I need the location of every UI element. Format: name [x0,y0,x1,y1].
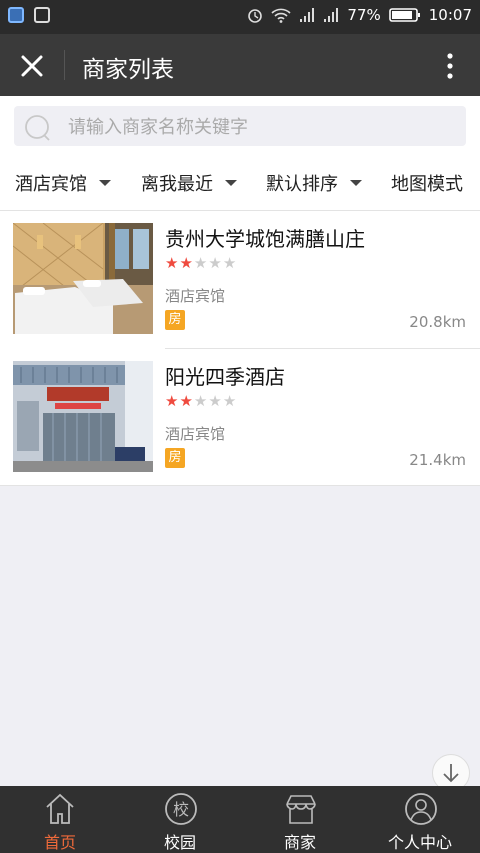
star-filled-icon: ★ [179,392,193,410]
tab-merchants[interactable]: 商家 [240,786,360,853]
star-empty-icon: ★ [208,254,222,272]
tab-home-label: 首页 [43,833,76,852]
filter-distance-label: 离我最近 [141,174,213,195]
filter-sort-label: 默认排序 [266,174,338,195]
search-icon [25,115,50,141]
search-input[interactable] [66,110,460,144]
page-title: 商家列表 [82,57,174,83]
title-divider [64,50,65,80]
title-bar: 商家列表 [0,34,480,96]
merchant-category: 酒店宾馆 [165,425,226,443]
room-badge: 房 [165,310,185,330]
filter-distance[interactable]: 离我最近 [141,170,237,196]
search-bar [0,96,480,156]
tab-campus-label: 校园 [163,833,196,852]
clock: 10:07 [428,6,472,24]
signal-icon [324,8,339,22]
chevron-down-icon [350,180,362,186]
screenshot-icon [34,7,50,23]
app-notification-icon [8,7,24,23]
rating-stars: ★ ★ ★ ★ ★ [165,394,236,409]
list-item[interactable]: 阳光四季酒店 ★ ★ ★ ★ ★ 酒店宾馆 房 21.4km [0,349,480,486]
chevron-down-icon [99,180,111,186]
merchant-distance: 21.4km [409,451,466,469]
wifi-icon [271,8,291,23]
merchant-photo [13,223,153,334]
close-icon[interactable] [16,50,48,82]
user-icon [405,793,437,825]
merchant-photo [13,361,153,472]
search-box[interactable] [14,106,466,146]
star-empty-icon: ★ [222,392,237,410]
star-empty-icon: ★ [193,254,208,272]
star-empty-icon: ★ [222,254,237,272]
tab-profile-label: 个人中心 [387,833,452,852]
signal-icon [300,8,315,22]
filter-sort[interactable]: 默认排序 [266,170,362,196]
bottom-tab-bar: 首页 校 校园 商家 个人中心 [0,786,480,853]
filter-category[interactable]: 酒店宾馆 [15,170,111,196]
status-bar: 77% 10:07 [0,0,480,34]
rating-stars: ★ ★ ★ ★ ★ [165,256,236,271]
star-filled-icon: ★ [165,392,179,410]
filter-map-mode-label: 地图模式 [391,174,463,195]
tab-merchants-label: 商家 [283,833,316,852]
list-item[interactable]: 贵州大学城饱满膳山庄 ★ ★ ★ ★ ★ 酒店宾馆 房 20.8km [0,211,480,349]
merchant-category: 酒店宾馆 [165,287,226,305]
tab-profile[interactable]: 个人中心 [360,786,480,853]
filter-category-label: 酒店宾馆 [15,174,87,195]
filter-map-mode[interactable]: 地图模式 [391,170,463,196]
tab-campus[interactable]: 校 校园 [120,786,240,853]
merchant-list: 贵州大学城饱满膳山庄 ★ ★ ★ ★ ★ 酒店宾馆 房 20.8km 阳光四季酒… [0,211,480,486]
chevron-down-icon [225,180,237,186]
merchant-name: 阳光四季酒店 [165,365,285,389]
shop-icon [286,795,316,824]
star-empty-icon: ★ [208,392,222,410]
more-options-icon[interactable] [446,52,454,80]
filter-bar: 酒店宾馆 离我最近 默认排序 地图模式 [0,156,480,211]
campus-icon: 校 [165,793,197,825]
star-empty-icon: ★ [193,392,208,410]
room-badge: 房 [165,448,185,468]
svg-text:校: 校 [173,800,189,819]
battery-icon [388,8,420,22]
battery-percent: 77% [347,6,381,24]
star-filled-icon: ★ [179,254,193,272]
tab-home[interactable]: 首页 [0,786,120,853]
merchant-name: 贵州大学城饱满膳山庄 [165,227,365,251]
merchant-distance: 20.8km [409,313,466,331]
alarm-icon [248,9,263,23]
home-icon [46,793,74,824]
star-filled-icon: ★ [165,254,179,272]
